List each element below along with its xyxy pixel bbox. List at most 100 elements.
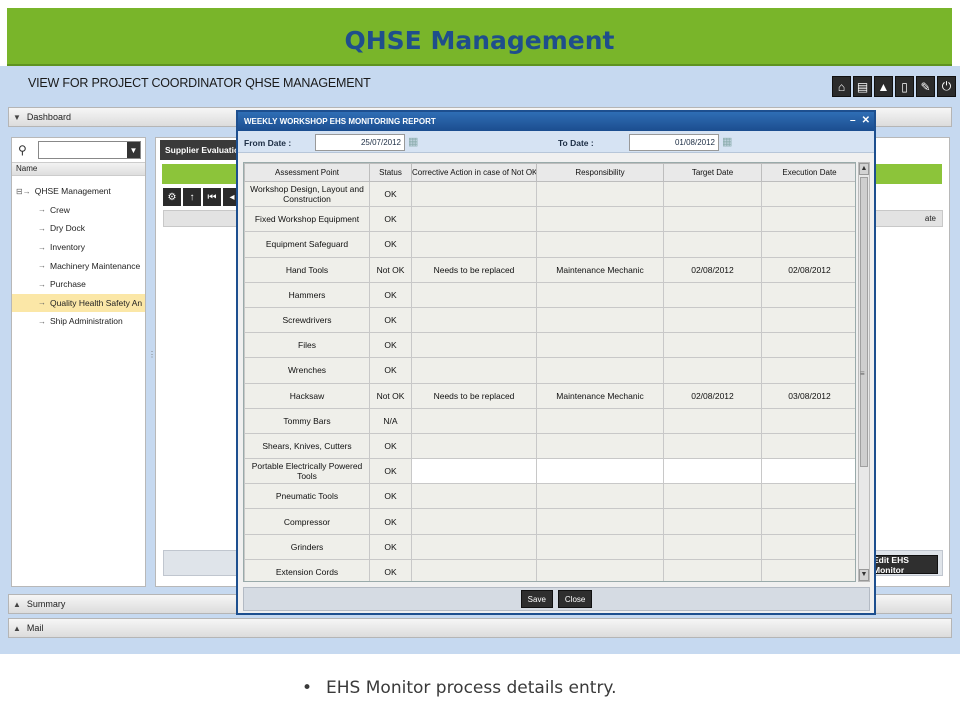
status-cell[interactable]: OK xyxy=(369,281,412,308)
responsibility-cell[interactable] xyxy=(536,332,664,359)
collapse-tree-icon[interactable]: ⊟→ xyxy=(16,187,31,196)
tree-item[interactable]: → Machinery Maintenance xyxy=(12,256,145,275)
status-cell[interactable]: OK xyxy=(369,458,412,485)
corrective-action-cell[interactable] xyxy=(411,306,537,334)
table-row[interactable]: Shears, Knives, Cutters OK xyxy=(244,432,855,460)
target-date-cell[interactable] xyxy=(663,533,762,560)
power-icon[interactable]: ⏻ xyxy=(937,76,956,97)
execution-date-cell[interactable] xyxy=(761,558,855,581)
scroll-up-icon[interactable]: ▲ xyxy=(859,163,869,175)
corrective-action-cell[interactable] xyxy=(411,407,537,434)
settings-icon[interactable]: ⚙ xyxy=(163,188,181,206)
status-cell[interactable]: OK xyxy=(369,483,412,510)
search-icon[interactable]: ⚲ xyxy=(18,143,32,157)
status-cell[interactable]: Not OK xyxy=(369,382,412,409)
corrective-action-cell[interactable] xyxy=(411,533,537,560)
responsibility-cell[interactable] xyxy=(536,508,664,535)
corrective-action-cell[interactable] xyxy=(411,558,537,581)
tree-item[interactable]: → Crew xyxy=(12,201,145,220)
corrective-action-cell[interactable] xyxy=(411,483,537,510)
status-cell[interactable]: N/A xyxy=(369,407,412,434)
target-date-cell[interactable] xyxy=(663,558,762,581)
responsibility-cell[interactable] xyxy=(536,180,664,208)
minimize-icon[interactable]: – xyxy=(850,115,856,126)
table-row[interactable]: Grinders OK xyxy=(244,533,855,560)
status-cell[interactable]: OK xyxy=(369,306,412,334)
to-date-field[interactable]: 01/08/2012 xyxy=(629,134,719,151)
target-date-cell[interactable] xyxy=(663,281,762,308)
responsibility-cell[interactable] xyxy=(536,206,664,233)
execution-date-cell[interactable] xyxy=(761,483,855,510)
table-row[interactable]: Portable Electrically Powered Tools OK xyxy=(244,458,855,485)
calendar-icon[interactable]: ▦ xyxy=(722,135,732,148)
responsibility-cell[interactable] xyxy=(536,281,664,308)
target-date-cell[interactable] xyxy=(663,357,762,384)
responsibility-cell[interactable] xyxy=(536,483,664,510)
table-row[interactable]: Hammers OK xyxy=(244,281,855,308)
column-header[interactable]: Responsibility xyxy=(536,163,664,182)
corrective-action-cell[interactable] xyxy=(411,231,537,258)
scroll-down-icon[interactable]: ▼ xyxy=(859,569,869,581)
execution-date-cell[interactable] xyxy=(761,281,855,308)
tab-supplier-evaluation[interactable]: Supplier Evaluation xyxy=(160,140,240,160)
responsibility-cell[interactable] xyxy=(536,407,664,434)
status-cell[interactable]: OK xyxy=(369,332,412,359)
table-row[interactable]: Extension Cords OK xyxy=(244,558,855,581)
column-header[interactable]: Corrective Action in case of Not OK xyxy=(411,163,537,182)
mail-panel-header[interactable]: ▲ Mail xyxy=(8,618,952,638)
column-header[interactable]: Target Date xyxy=(663,163,762,182)
target-date-cell[interactable] xyxy=(663,306,762,334)
execution-date-cell[interactable] xyxy=(761,407,855,434)
execution-date-cell[interactable]: 02/08/2012 xyxy=(761,256,855,283)
status-cell[interactable]: OK xyxy=(369,231,412,258)
status-cell[interactable]: Not OK xyxy=(369,256,412,283)
target-date-cell[interactable] xyxy=(663,432,762,460)
execution-date-cell[interactable] xyxy=(761,458,855,485)
tree-root[interactable]: ⊟→ QHSE Management xyxy=(12,182,145,201)
table-row[interactable]: Screwdrivers OK xyxy=(244,306,855,334)
column-header[interactable]: Status xyxy=(369,163,412,182)
edit-icon[interactable]: ✎ xyxy=(916,76,935,97)
corrective-action-cell[interactable] xyxy=(411,281,537,308)
chevron-down-icon[interactable]: ▼ xyxy=(127,142,140,158)
table-row[interactable]: Fixed Workshop Equipment OK xyxy=(244,206,855,233)
target-date-cell[interactable]: 02/08/2012 xyxy=(663,382,762,409)
status-cell[interactable]: OK xyxy=(369,206,412,233)
responsibility-cell[interactable] xyxy=(536,432,664,460)
status-cell[interactable]: OK xyxy=(369,533,412,560)
corrective-action-cell[interactable] xyxy=(411,357,537,384)
corrective-action-cell[interactable]: Needs to be replaced xyxy=(411,382,537,409)
execution-date-cell[interactable] xyxy=(761,332,855,359)
save-button[interactable]: Save xyxy=(520,590,553,608)
status-cell[interactable]: OK xyxy=(369,558,412,581)
corrective-action-cell[interactable] xyxy=(411,458,537,485)
column-header[interactable]: Execution Date xyxy=(761,163,855,182)
table-row[interactable]: Files OK xyxy=(244,332,855,359)
target-date-cell[interactable] xyxy=(663,231,762,258)
from-date-field[interactable]: 25/07/2012 xyxy=(315,134,405,151)
responsibility-cell[interactable] xyxy=(536,231,664,258)
document-icon[interactable]: ▯ xyxy=(895,76,914,97)
close-button[interactable]: Close xyxy=(557,590,593,608)
responsibility-cell[interactable] xyxy=(536,558,664,581)
status-cell[interactable]: OK xyxy=(369,357,412,384)
target-date-cell[interactable] xyxy=(663,458,762,485)
column-header[interactable]: Assessment Point xyxy=(244,163,370,182)
table-row[interactable]: Compressor OK xyxy=(244,508,855,535)
status-cell[interactable]: OK xyxy=(369,432,412,460)
table-row[interactable]: Tommy Bars N/A xyxy=(244,407,855,434)
execution-date-cell[interactable] xyxy=(761,508,855,535)
calendar-icon[interactable]: ▦ xyxy=(408,135,418,148)
execution-date-cell[interactable] xyxy=(761,306,855,334)
execution-date-cell[interactable] xyxy=(761,180,855,208)
status-cell[interactable]: OK xyxy=(369,180,412,208)
table-row[interactable]: Hacksaw Not OK Needs to be replaced Mainten… xyxy=(244,382,855,409)
scroll-thumb[interactable] xyxy=(860,177,868,467)
target-date-cell[interactable] xyxy=(663,407,762,434)
execution-date-cell[interactable] xyxy=(761,533,855,560)
print-icon[interactable]: ▤ xyxy=(853,76,872,97)
target-date-cell[interactable]: 02/08/2012 xyxy=(663,256,762,283)
status-cell[interactable]: OK xyxy=(369,508,412,535)
table-row[interactable]: Wrenches OK xyxy=(244,357,855,384)
tree-item[interactable]: → Inventory xyxy=(12,238,145,257)
